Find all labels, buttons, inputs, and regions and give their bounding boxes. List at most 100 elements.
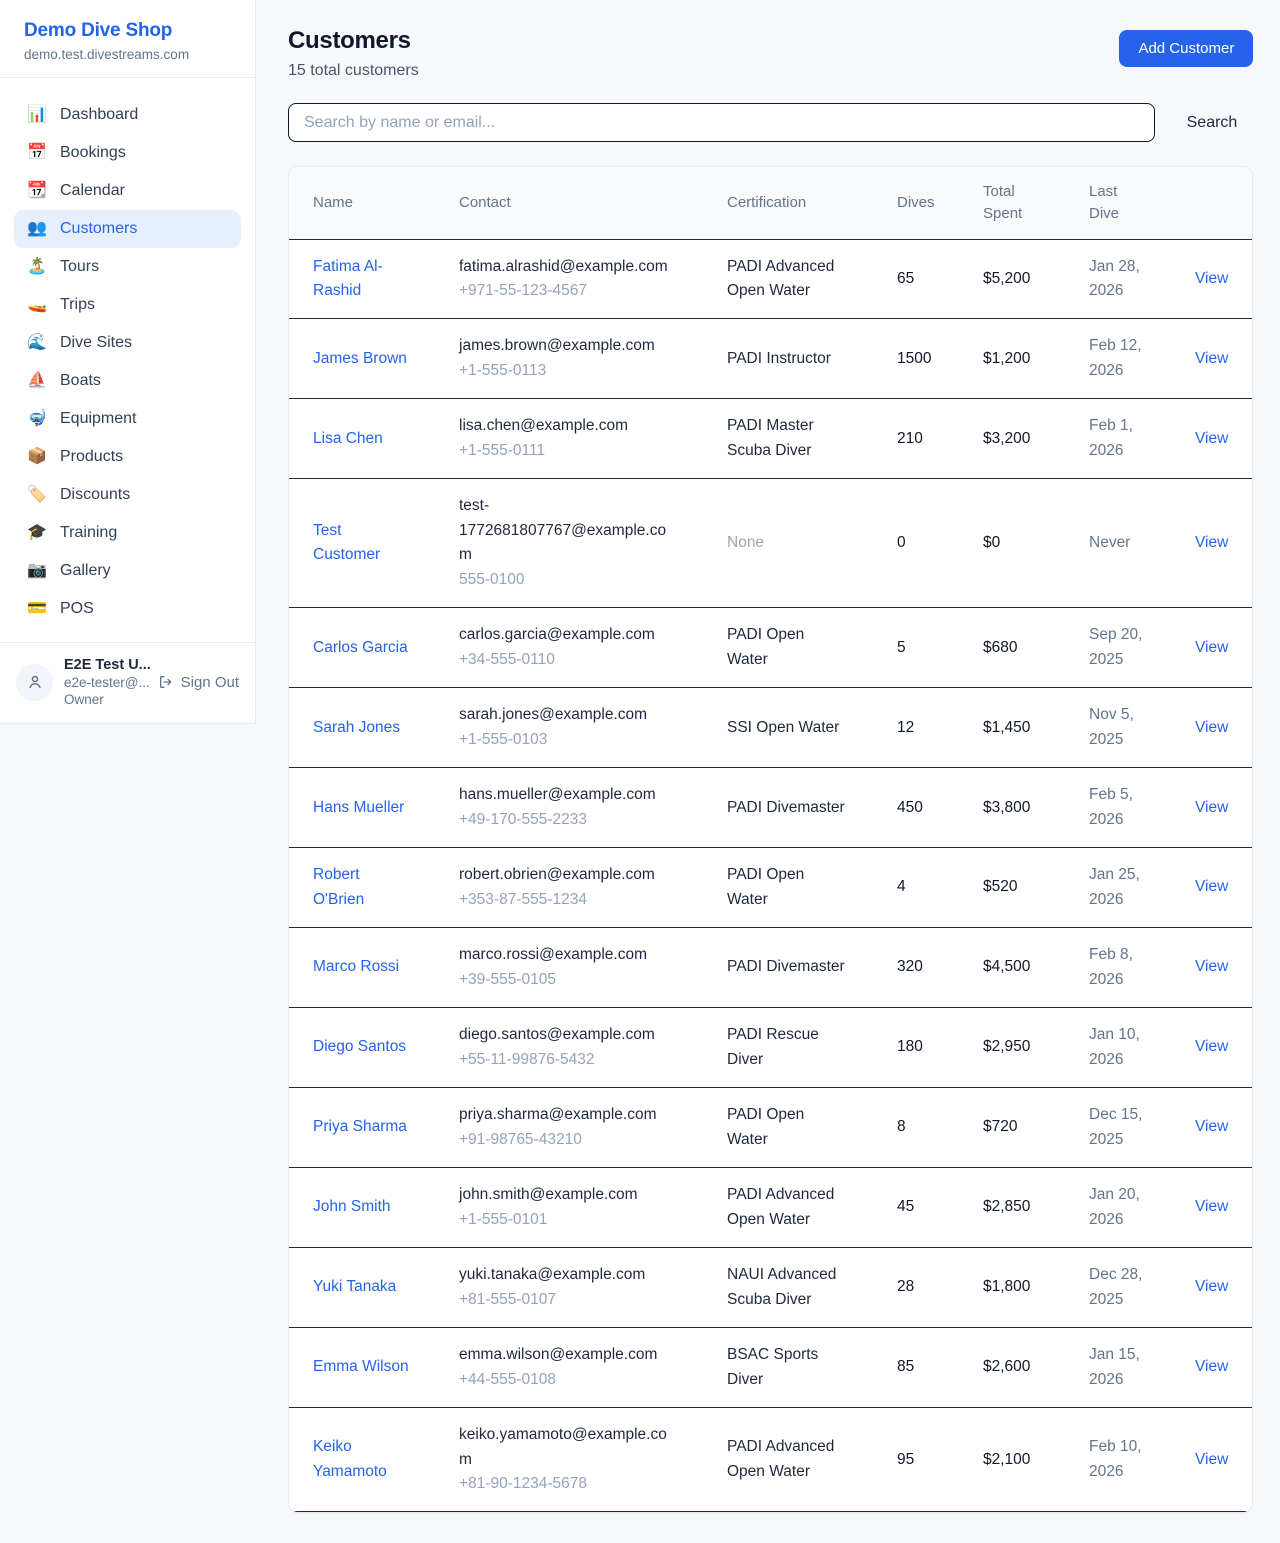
customer-email: test-1772681807767@example.com (459, 494, 675, 567)
table-row: James Brown james.brown@example.com +1-5… (289, 319, 1252, 399)
customer-phone: +353-87-555-1234 (459, 888, 727, 912)
sidebar-item-label: Calendar (60, 182, 125, 200)
view-customer-link[interactable]: View (1195, 796, 1228, 820)
customer-name-link[interactable]: Emma Wilson (313, 1355, 409, 1379)
shop-name: Demo Dive Shop (24, 20, 231, 42)
customer-email: priya.sharma@example.com (459, 1103, 675, 1127)
customer-total-spent: $4,500 (983, 955, 1089, 979)
customer-name-link[interactable]: Carlos Garcia (313, 636, 409, 660)
customer-email: emma.wilson@example.com (459, 1343, 675, 1367)
view-customer-link[interactable]: View (1195, 1275, 1228, 1299)
customer-name-link[interactable]: Priya Sharma (313, 1115, 409, 1139)
calendar-icon: 📆 (27, 183, 47, 199)
customer-total-spent: $0 (983, 531, 1089, 555)
customer-last-dive: Jan 15, 2026 (1089, 1343, 1161, 1392)
camera-icon: 📷 (27, 563, 47, 579)
view-customer-link[interactable]: View (1195, 636, 1228, 660)
customer-name-link[interactable]: Fatima Al-Rashid (313, 255, 409, 304)
customer-contact: robert.obrien@example.com +353-87-555-12… (459, 863, 727, 912)
sidebar-item-label: Bookings (60, 144, 126, 162)
customer-name-link[interactable]: Marco Rossi (313, 955, 409, 979)
customer-name-link[interactable]: John Smith (313, 1195, 409, 1219)
customer-phone: +81-555-0107 (459, 1288, 727, 1312)
search-bar: Search (288, 103, 1253, 142)
sidebar-item-dashboard[interactable]: 📊 Dashboard (14, 96, 241, 134)
customer-total-spent: $2,950 (983, 1035, 1089, 1059)
island-icon: 🏝️ (27, 259, 47, 275)
column-header-certification: Certification (727, 192, 897, 214)
add-customer-button[interactable]: Add Customer (1119, 30, 1253, 67)
customer-contact: emma.wilson@example.com +44-555-0108 (459, 1343, 727, 1392)
view-customer-link[interactable]: View (1195, 1195, 1228, 1219)
table-row: Carlos Garcia carlos.garcia@example.com … (289, 608, 1252, 688)
search-input[interactable] (288, 103, 1155, 142)
sidebar-item-trips[interactable]: 🚤 Trips (14, 286, 241, 324)
sidebar-item-discounts[interactable]: 🏷️ Discounts (14, 476, 241, 514)
sidebar-item-dive-sites[interactable]: 🌊 Dive Sites (14, 324, 241, 362)
table-row: John Smith john.smith@example.com +1-555… (289, 1168, 1252, 1248)
customer-dives: 210 (897, 427, 983, 451)
view-customer-link[interactable]: View (1195, 1355, 1228, 1379)
column-header-contact: Contact (459, 192, 727, 214)
customer-name-link[interactable]: Diego Santos (313, 1035, 409, 1059)
customer-name-link[interactable]: Yuki Tanaka (313, 1275, 409, 1299)
sidebar-item-label: Dive Sites (60, 334, 132, 352)
wave-icon: 🌊 (27, 335, 47, 351)
package-icon: 📦 (27, 449, 47, 465)
sidebar-item-label: Tours (60, 258, 99, 276)
table-row: Hans Mueller hans.mueller@example.com +4… (289, 768, 1252, 848)
sidebar-item-calendar[interactable]: 📆 Calendar (14, 172, 241, 210)
customer-email: marco.rossi@example.com (459, 943, 675, 967)
view-customer-link[interactable]: View (1195, 955, 1228, 979)
customer-last-dive: Jan 25, 2026 (1089, 863, 1161, 912)
customer-dives: 1500 (897, 347, 983, 371)
customer-total-spent: $2,850 (983, 1195, 1089, 1219)
view-customer-link[interactable]: View (1195, 716, 1228, 740)
customer-name-link[interactable]: James Brown (313, 347, 409, 371)
table-row: Test Customer test-1772681807767@example… (289, 479, 1252, 608)
customer-contact: diego.santos@example.com +55-11-99876-54… (459, 1023, 727, 1072)
view-customer-link[interactable]: View (1195, 531, 1228, 555)
view-customer-link[interactable]: View (1195, 267, 1228, 291)
customer-name-link[interactable]: Hans Mueller (313, 796, 409, 820)
sidebar-item-label: Training (60, 524, 117, 542)
view-customer-link[interactable]: View (1195, 427, 1228, 451)
table-row: Fatima Al-Rashid fatima.alrashid@example… (289, 240, 1252, 320)
customer-certification: PADI Advanced Open Water (727, 1435, 845, 1484)
customer-certification: NAUI Advanced Scuba Diver (727, 1263, 845, 1312)
sidebar-item-pos[interactable]: 💳 POS (14, 590, 241, 628)
customer-name-link[interactable]: Test Customer (313, 519, 409, 568)
customer-total-spent: $1,200 (983, 347, 1089, 371)
customer-email: james.brown@example.com (459, 334, 675, 358)
customer-name-link[interactable]: Sarah Jones (313, 716, 409, 740)
sidebar-item-tours[interactable]: 🏝️ Tours (14, 248, 241, 286)
sign-out-button[interactable]: Sign Out (158, 674, 239, 691)
customer-name-link[interactable]: Robert O'Brien (313, 863, 409, 912)
search-button[interactable]: Search (1155, 114, 1238, 132)
sidebar-item-customers[interactable]: 👥 Customers (14, 210, 241, 248)
sidebar-item-gallery[interactable]: 📷 Gallery (14, 552, 241, 590)
customer-total-spent: $2,600 (983, 1355, 1089, 1379)
sidebar-item-training[interactable]: 🎓 Training (14, 514, 241, 552)
customer-email: yuki.tanaka@example.com (459, 1263, 675, 1287)
calendar-date-icon: 📅 (27, 145, 47, 161)
view-customer-link[interactable]: View (1195, 1448, 1228, 1472)
view-customer-link[interactable]: View (1195, 1035, 1228, 1059)
customer-contact: carlos.garcia@example.com +34-555-0110 (459, 623, 727, 672)
table-row: Yuki Tanaka yuki.tanaka@example.com +81-… (289, 1248, 1252, 1328)
sidebar-item-label: Products (60, 448, 123, 466)
label-tag-icon: 🏷️ (27, 487, 47, 503)
customer-name-link[interactable]: Lisa Chen (313, 427, 409, 451)
customer-contact: fatima.alrashid@example.com +971-55-123-… (459, 255, 727, 304)
customer-name-link[interactable]: Keiko Yamamoto (313, 1435, 409, 1484)
customer-dives: 180 (897, 1035, 983, 1059)
table-row: Emma Wilson emma.wilson@example.com +44-… (289, 1328, 1252, 1408)
customer-contact: james.brown@example.com +1-555-0113 (459, 334, 727, 383)
sidebar-item-boats[interactable]: ⛵ Boats (14, 362, 241, 400)
view-customer-link[interactable]: View (1195, 1115, 1228, 1139)
sidebar-item-equipment[interactable]: 🤿 Equipment (14, 400, 241, 438)
sidebar-item-products[interactable]: 📦 Products (14, 438, 241, 476)
view-customer-link[interactable]: View (1195, 875, 1228, 899)
view-customer-link[interactable]: View (1195, 347, 1228, 371)
sidebar-item-bookings[interactable]: 📅 Bookings (14, 134, 241, 172)
